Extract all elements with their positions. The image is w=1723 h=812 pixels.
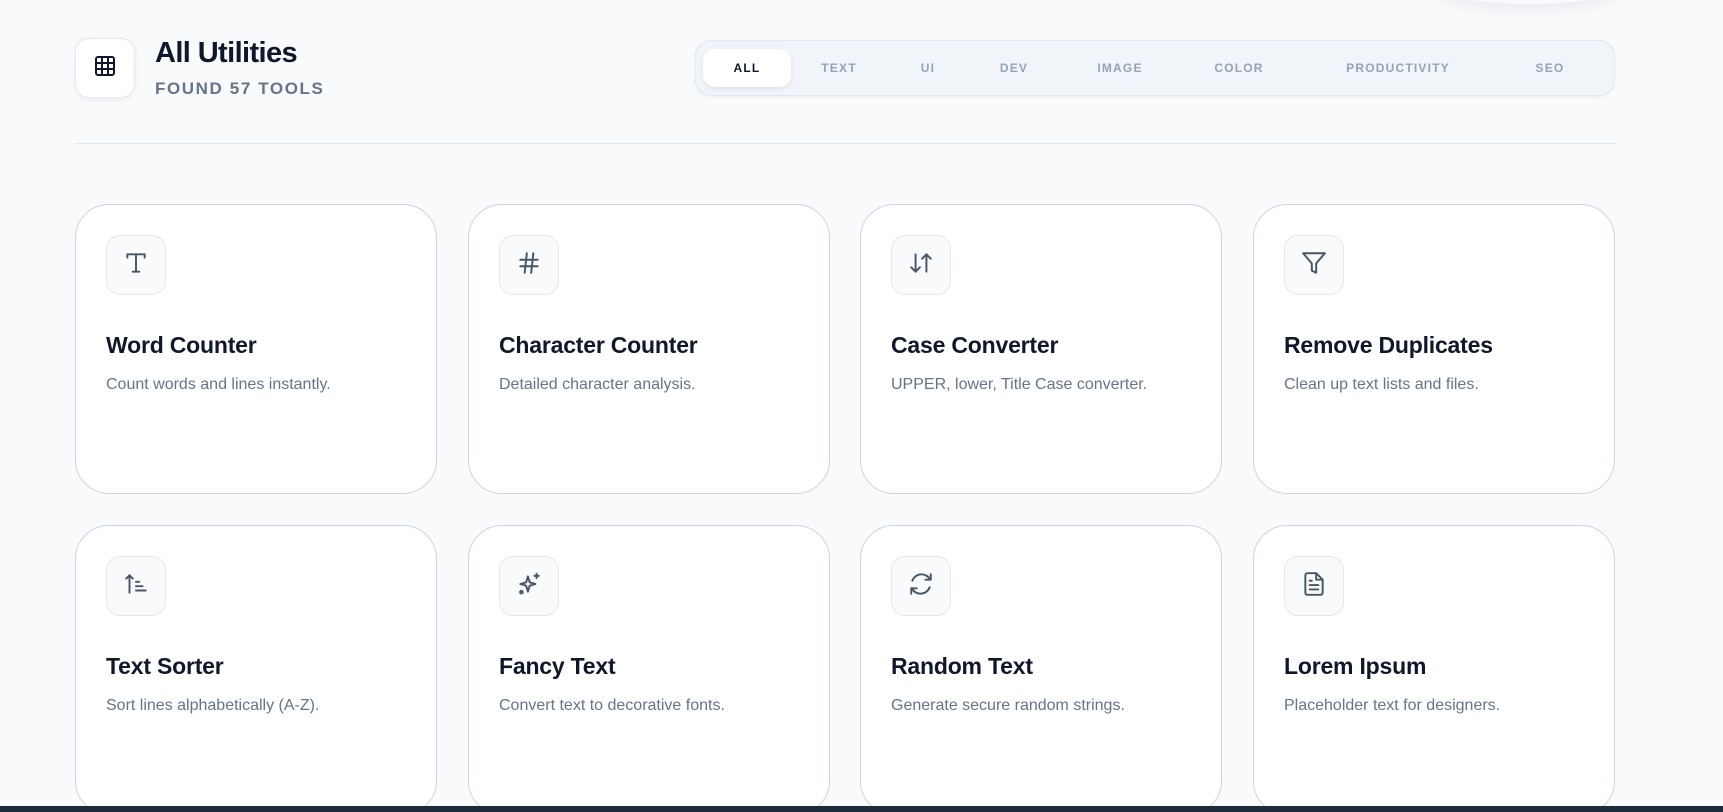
filter-tab-all[interactable]: ALL <box>703 49 791 87</box>
tool-card-random-text[interactable]: Random Text Generate secure random strin… <box>860 525 1222 812</box>
filter-tab-image[interactable]: IMAGE <box>1066 49 1174 87</box>
card-title: Text Sorter <box>106 653 224 679</box>
type-icon <box>123 250 149 281</box>
page-title: All Utilities <box>155 37 298 69</box>
card-title: Fancy Text <box>499 653 616 679</box>
card-title: Character Counter <box>499 332 698 358</box>
card-icon-box <box>1284 556 1344 616</box>
card-description: UPPER, lower, Title Case converter. <box>891 376 1148 393</box>
hash-icon <box>516 250 542 281</box>
card-description: Generate secure random strings. <box>891 697 1125 714</box>
filter-tab-ui[interactable]: UI <box>896 49 960 87</box>
tool-card-character-counter[interactable]: Character Counter Detailed character ana… <box>468 204 830 494</box>
bottom-edge-bar <box>0 806 1723 812</box>
card-icon-box <box>891 235 951 295</box>
title-block: All Utilities FOUND 57 TOOLS <box>155 37 324 99</box>
top-shadow-decoration <box>1440 0 1620 4</box>
card-icon-box <box>499 556 559 616</box>
card-icon-box <box>106 556 166 616</box>
filter-tab-color[interactable]: COLOR <box>1184 49 1294 87</box>
tool-card-fancy-text[interactable]: Fancy Text Convert text to decorative fo… <box>468 525 830 812</box>
filter-tab-dev[interactable]: DEV <box>971 49 1057 87</box>
card-description: Placeholder text for designers. <box>1284 697 1501 714</box>
card-description: Sort lines alphabetically (A-Z). <box>106 697 320 714</box>
tool-card-lorem-ipsum[interactable]: Lorem Ipsum Placeholder text for designe… <box>1253 525 1615 812</box>
tool-card-remove-duplicates[interactable]: Remove Duplicates Clean up text lists an… <box>1253 204 1615 494</box>
card-icon-box <box>891 556 951 616</box>
card-title: Random Text <box>891 653 1033 679</box>
card-title: Word Counter <box>106 332 257 358</box>
filter-tab-seo[interactable]: SEO <box>1502 49 1598 87</box>
document-icon <box>1301 571 1327 602</box>
filter-tab-text[interactable]: TEXT <box>796 49 882 87</box>
sparkles-icon <box>516 571 542 602</box>
card-icon-box <box>499 235 559 295</box>
category-filter-bar: ALL TEXT UI DEV IMAGE COLOR PRODUCTIVITY… <box>695 40 1615 96</box>
card-icon-box <box>106 235 166 295</box>
filter-icon <box>1301 250 1327 281</box>
arrows-up-down-icon <box>908 250 934 281</box>
card-title: Case Converter <box>891 332 1059 358</box>
tool-count: FOUND 57 TOOLS <box>155 79 325 98</box>
sort-ascending-icon <box>123 571 149 602</box>
tool-card-word-counter[interactable]: Word Counter Count words and lines insta… <box>75 204 437 494</box>
utilities-page: All Utilities FOUND 57 TOOLS ALL TEXT UI… <box>0 0 1723 812</box>
logo-badge <box>75 38 135 98</box>
card-title: Remove Duplicates <box>1284 332 1493 358</box>
card-description: Clean up text lists and files. <box>1284 376 1479 393</box>
tool-card-case-converter[interactable]: Case Converter UPPER, lower, Title Case … <box>860 204 1222 494</box>
tool-card-text-sorter[interactable]: Text Sorter Sort lines alphabetically (A… <box>75 525 437 812</box>
card-description: Convert text to decorative fonts. <box>499 697 725 714</box>
card-description: Detailed character analysis. <box>499 376 696 393</box>
card-title: Lorem Ipsum <box>1284 653 1427 679</box>
header-divider <box>75 143 1615 144</box>
filter-tab-productivity[interactable]: PRODUCTIVITY <box>1310 49 1486 87</box>
refresh-icon <box>908 571 934 602</box>
grid-icon <box>93 54 117 83</box>
card-description: Count words and lines instantly. <box>106 376 331 393</box>
page-header: All Utilities FOUND 57 TOOLS ALL TEXT UI… <box>75 37 1615 99</box>
card-icon-box <box>1284 235 1344 295</box>
